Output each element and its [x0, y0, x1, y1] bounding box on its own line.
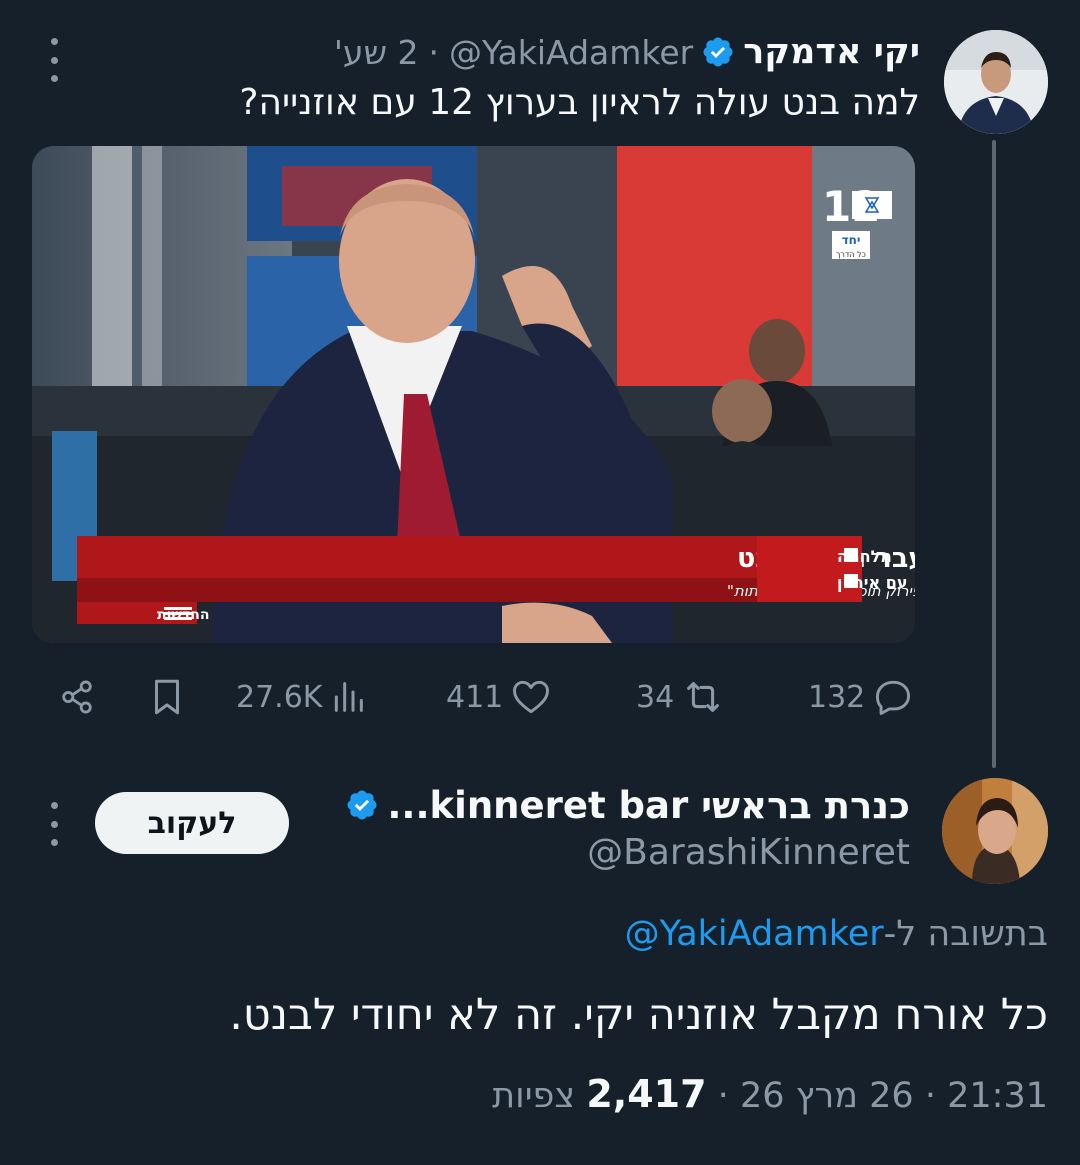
tweet1-handle[interactable]: @YakiAdamker	[449, 33, 693, 72]
tweet1-media[interactable]: 12 יחד כל הדרך ריאיון עם רה"מ לשעבר נפתל…	[32, 146, 915, 643]
tweet1-time[interactable]: 2 שע'	[334, 33, 419, 72]
share-icon	[62, 680, 92, 714]
thread-connector	[992, 140, 996, 768]
retweet-button[interactable]: 34	[636, 672, 726, 722]
reply-icon	[876, 680, 911, 715]
tweet2-more-button[interactable]	[48, 802, 60, 846]
more-icon	[48, 802, 60, 846]
likes-count: 411	[446, 679, 504, 715]
reply-context: בתשובה ל-@YakiAdamker	[625, 914, 1048, 954]
retweet-icon	[687, 682, 720, 712]
reply-to-handle-link[interactable]: @YakiAdamker	[625, 914, 884, 954]
chyron-side-line1: מלחמה	[837, 547, 892, 566]
verified-badge-icon	[347, 790, 377, 820]
tweet2-handle[interactable]: @BarashiKinneret	[587, 832, 910, 873]
avatar-image	[942, 778, 1048, 884]
views-icon	[335, 682, 364, 712]
more-icon	[48, 38, 60, 82]
bookmark-icon	[155, 679, 179, 715]
avatar-image	[944, 30, 1048, 134]
author-avatar[interactable]	[944, 30, 1048, 134]
reply-button[interactable]: 132	[808, 672, 915, 722]
follow-button[interactable]: לעקוב	[95, 792, 289, 854]
news-brand: החדשות	[157, 607, 209, 623]
tweet1-display-name[interactable]: יקי אדמקר	[743, 32, 920, 72]
verified-badge-icon	[703, 37, 733, 67]
reply-author-avatar[interactable]	[942, 778, 1048, 884]
share-button[interactable]	[56, 672, 98, 722]
reply-prefix: בתשובה ל-	[883, 914, 1048, 954]
meta-separator: ·	[717, 1076, 729, 1116]
views-button[interactable]: 27.6K	[236, 672, 368, 722]
retweets-count: 34	[636, 679, 675, 715]
tweet2-time[interactable]: 21:31	[947, 1076, 1048, 1116]
views-count: 27.6K	[236, 679, 323, 715]
replies-count: 132	[808, 679, 866, 715]
tweet1-more-button[interactable]	[48, 38, 60, 82]
meta-separator: ·	[428, 32, 439, 72]
tweet2-meta: 21:31 · 26 מרץ 26 · 2,417 צפיות	[492, 1072, 1048, 1116]
tweet2-text: כל אורח מקבל אוזניה יקי. זה לא יחודי לבנ…	[229, 990, 1048, 1040]
tweet2-display-name[interactable]: כנרת בראשי kinneret bar...	[387, 784, 910, 827]
like-button[interactable]: 411	[446, 672, 553, 722]
channel-sub: כל הדרך	[836, 250, 866, 259]
tweet2-views-label: צפיות	[492, 1076, 576, 1116]
tweet1-header: יקי אדמקר @YakiAdamker · 2 שע'	[334, 30, 920, 74]
tweet1-text: למה בנט עולה לראיון בערוץ 12 עם אוזנייה?	[239, 82, 920, 123]
bookmark-button[interactable]	[146, 672, 188, 722]
channel-tag: יחד	[842, 233, 861, 247]
tweet2-date[interactable]: 26 מרץ 26	[740, 1076, 914, 1116]
chyron-side-line2: עם איראן	[837, 573, 908, 592]
tweet2-views-count: 2,417	[586, 1072, 707, 1116]
tweet2-header: כנרת בראשי kinneret bar...	[337, 780, 910, 830]
tv-interview-image: 12 יחד כל הדרך ריאיון עם רה"מ לשעבר נפתל…	[32, 146, 915, 643]
meta-separator: ·	[924, 1076, 936, 1116]
like-icon	[513, 680, 550, 714]
